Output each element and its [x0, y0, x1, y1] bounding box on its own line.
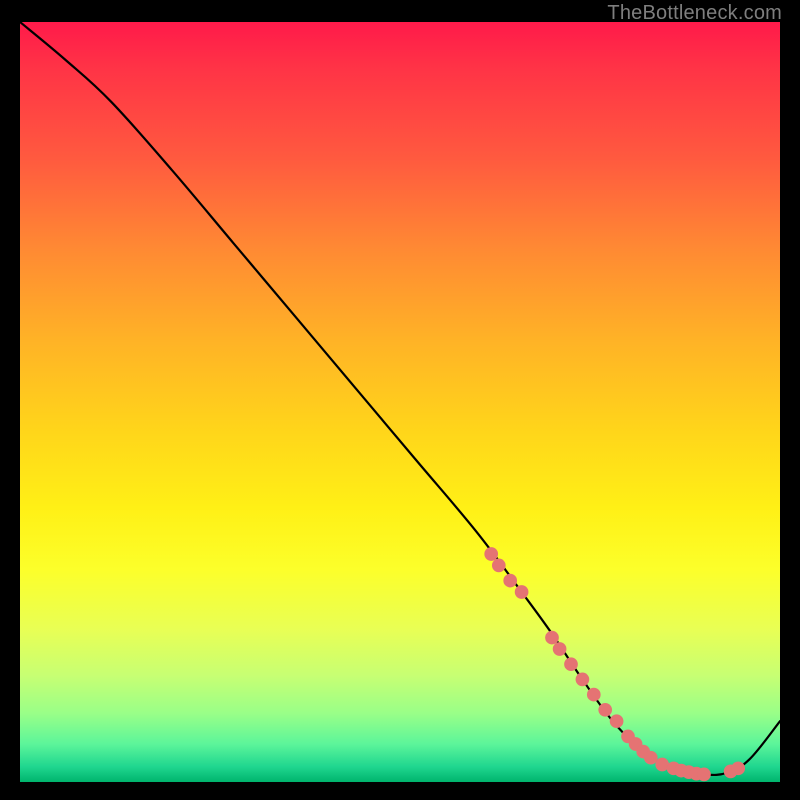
- chart-marker: [587, 688, 601, 702]
- chart-marker: [629, 737, 643, 751]
- chart-marker: [515, 585, 529, 599]
- chart-marker: [724, 765, 738, 779]
- chart-outer-frame: TheBottleneck.com: [0, 0, 800, 800]
- chart-plot-area: [20, 22, 780, 782]
- chart-marker: [690, 767, 704, 781]
- chart-marker: [484, 547, 498, 561]
- chart-marker: [553, 642, 567, 656]
- chart-marker: [674, 764, 688, 778]
- chart-marker: [492, 559, 506, 573]
- chart-marker: [697, 768, 711, 782]
- chart-markers: [484, 547, 745, 781]
- chart-marker: [545, 631, 559, 645]
- chart-marker: [655, 758, 669, 772]
- chart-curve: [20, 22, 780, 775]
- chart-marker: [503, 574, 517, 588]
- chart-svg-layer: [20, 22, 780, 782]
- chart-marker: [731, 761, 745, 775]
- chart-marker: [598, 703, 612, 717]
- chart-marker: [636, 745, 650, 759]
- chart-marker: [610, 714, 624, 728]
- chart-marker: [576, 673, 590, 687]
- chart-marker: [564, 657, 578, 671]
- chart-marker: [667, 761, 681, 775]
- chart-marker: [644, 751, 658, 765]
- chart-marker: [682, 765, 696, 779]
- chart-marker: [621, 730, 635, 744]
